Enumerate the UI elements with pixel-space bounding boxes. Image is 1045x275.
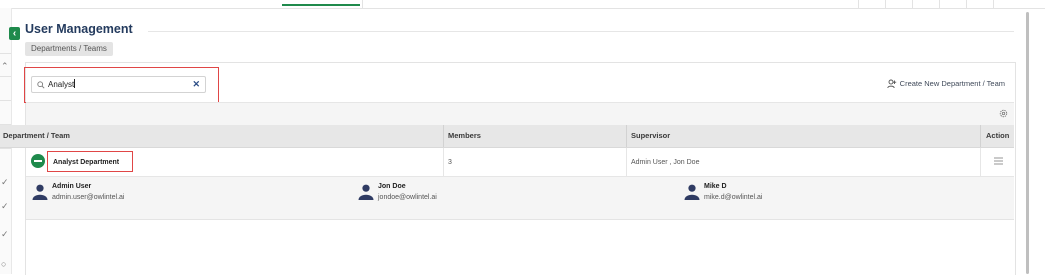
rail-check-icon[interactable]: ✓ bbox=[1, 178, 9, 187]
tab-divider bbox=[858, 0, 859, 8]
member-email: jondoe@owlintel.ai bbox=[378, 194, 437, 201]
rail-check-icon[interactable]: ✓ bbox=[1, 202, 9, 211]
members-count: 3 bbox=[448, 159, 452, 166]
table-settings-bar bbox=[26, 102, 1014, 125]
breadcrumb[interactable]: Departments / Teams bbox=[25, 42, 113, 56]
search-text: Analyst bbox=[48, 80, 75, 89]
active-tab-indicator[interactable] bbox=[282, 4, 360, 6]
tab-divider bbox=[966, 0, 967, 8]
header-action: Action bbox=[986, 131, 1010, 140]
avatar-icon bbox=[32, 184, 48, 200]
tab-divider bbox=[939, 0, 940, 8]
search-icon bbox=[37, 81, 45, 89]
rail-chevron-icon[interactable]: ⌃ bbox=[1, 62, 9, 71]
vertical-scrollbar[interactable] bbox=[1026, 12, 1029, 274]
table-row[interactable] bbox=[26, 148, 1014, 177]
tab-divider bbox=[885, 0, 886, 8]
header-members[interactable]: Members bbox=[448, 125, 481, 147]
supervisor-names: Admin User , Jon Doe bbox=[631, 159, 700, 166]
create-department-button[interactable]: Create New Department / Team bbox=[887, 79, 1005, 89]
member-email: admin.user@owlintel.ai bbox=[52, 194, 125, 201]
table-header: Department / Team Members Supervisor Act… bbox=[0, 125, 1014, 148]
rail-check-icon[interactable]: ✓ bbox=[1, 230, 9, 239]
member-name: Mike D bbox=[704, 183, 727, 190]
member-name: Admin User bbox=[52, 183, 92, 190]
department-name[interactable]: Analyst Department bbox=[53, 158, 119, 167]
clear-icon[interactable]: ✕ bbox=[192, 77, 200, 92]
search-input[interactable]: Analyst ✕ bbox=[31, 76, 206, 93]
rail-divider bbox=[0, 148, 11, 149]
column-divider bbox=[980, 125, 981, 147]
chevron-left-icon[interactable]: ‹ bbox=[9, 27, 20, 40]
search-value[interactable]: Analyst bbox=[48, 77, 76, 92]
rail-divider bbox=[0, 76, 11, 77]
header-department[interactable]: Department / Team bbox=[3, 125, 70, 147]
avatar-icon bbox=[684, 184, 700, 200]
menu-icon[interactable] bbox=[994, 157, 1003, 165]
column-divider bbox=[626, 125, 627, 147]
avatar-icon bbox=[358, 184, 374, 200]
top-tab-strip bbox=[0, 0, 1045, 9]
text-caret bbox=[74, 79, 76, 88]
header-supervisor[interactable]: Supervisor bbox=[631, 125, 670, 147]
column-divider bbox=[443, 125, 444, 147]
tab-divider bbox=[362, 0, 363, 8]
title-divider bbox=[148, 31, 1014, 32]
column-divider bbox=[443, 148, 444, 176]
member-name: Jon Doe bbox=[378, 183, 406, 190]
create-department-label: Create New Department / Team bbox=[899, 79, 1005, 88]
rail-tag-icon[interactable]: ○ bbox=[1, 260, 6, 269]
tab-divider bbox=[912, 0, 913, 8]
minus-icon bbox=[34, 160, 42, 162]
rail-divider bbox=[0, 53, 11, 54]
column-divider bbox=[626, 148, 627, 176]
page-title: User Management bbox=[25, 22, 133, 36]
gear-icon[interactable] bbox=[999, 109, 1008, 118]
member-email: mike.d@owlintel.ai bbox=[704, 194, 763, 201]
rail-divider bbox=[0, 100, 11, 101]
add-user-icon bbox=[887, 79, 896, 89]
tab-divider bbox=[993, 0, 994, 8]
collapse-row-button[interactable] bbox=[31, 154, 45, 168]
members-list bbox=[26, 177, 1014, 220]
column-divider bbox=[980, 148, 981, 176]
